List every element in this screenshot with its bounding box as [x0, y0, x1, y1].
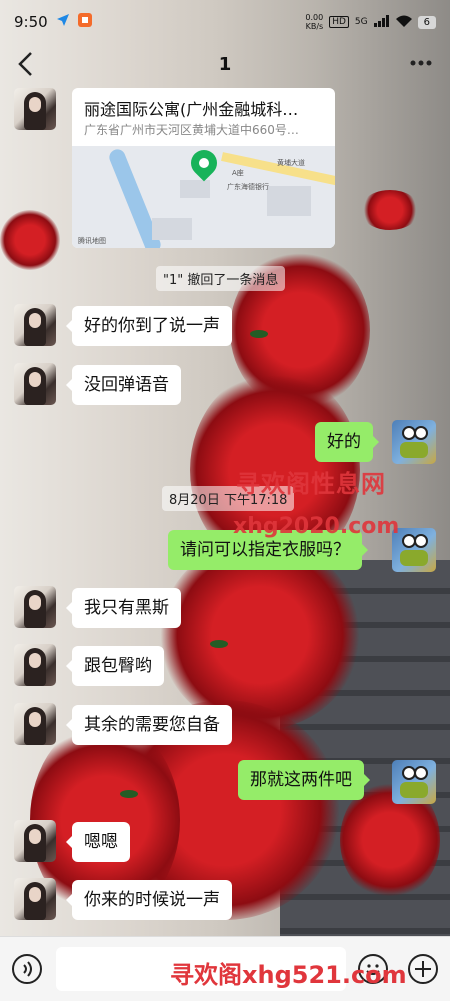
wifi-icon — [395, 15, 412, 30]
avatar-self[interactable] — [392, 760, 436, 804]
avatar[interactable] — [14, 88, 56, 130]
message-bubble-incoming[interactable]: 跟包臀哟 — [66, 646, 164, 686]
map-pin-icon — [185, 146, 223, 182]
chevron-left-icon[interactable] — [14, 50, 42, 78]
message-bubble-incoming[interactable]: 其余的需要您自备 — [66, 705, 232, 745]
hd-icon: HD — [329, 16, 349, 28]
chat-header: 1 — [0, 44, 450, 84]
message-bubble-incoming[interactable]: 没回弹语音 — [66, 365, 181, 405]
status-time: 9:50 — [14, 13, 48, 31]
app-badge-icon — [77, 13, 92, 31]
map-building — [152, 218, 192, 240]
avatar[interactable] — [14, 820, 56, 862]
message-bubble-outgoing[interactable]: 那就这两件吧 — [238, 760, 370, 800]
avatar[interactable] — [14, 703, 56, 745]
location-card[interactable]: 丽途国际公寓(广州金融城科… 广东省广州市天河区黄埔大道中660号… 黄埔大道 … — [72, 88, 335, 248]
page-title: 1 — [218, 53, 232, 75]
background-roses — [0, 210, 60, 270]
watermark-text: 寻欢阁xhg521.com — [170, 961, 407, 989]
location-title: 丽途国际公寓(广州金融城科… — [84, 100, 299, 119]
location-map[interactable]: 黄埔大道 A座 广东海德银行 腾讯地图 — [72, 146, 335, 248]
map-building — [267, 186, 311, 216]
avatar-self[interactable] — [392, 420, 436, 464]
location-arrow-icon — [56, 13, 70, 31]
map-building — [180, 180, 210, 198]
background-leaf — [250, 330, 268, 338]
background-roses — [360, 190, 420, 230]
background-leaf — [120, 790, 138, 798]
watermark-text: 寻欢阁性息网 — [236, 470, 386, 498]
voice-icon[interactable] — [12, 954, 42, 984]
signal-label: 5G — [354, 17, 368, 27]
network-speed: 0.00 KB/s — [305, 13, 324, 31]
avatar[interactable] — [14, 304, 56, 346]
avatar[interactable] — [14, 363, 56, 405]
battery-icon: 6 — [417, 15, 436, 29]
recall-notice: "1" 撤回了一条消息 — [156, 266, 286, 291]
status-left: 9:50 — [14, 13, 92, 31]
message-bubble-outgoing[interactable]: 好的 — [315, 422, 379, 462]
status-right: 0.00 KB/s HD 5G 6 — [305, 13, 436, 31]
map-label: 黄埔大道 — [277, 159, 305, 167]
avatar[interactable] — [14, 878, 56, 920]
map-label: 腾讯地图 — [78, 237, 106, 245]
location-address: 广东省广州市天河区黄埔大道中660号… — [84, 123, 299, 137]
message-bubble-incoming[interactable]: 我只有黑斯 — [66, 588, 181, 628]
avatar[interactable] — [14, 586, 56, 628]
background-leaf — [210, 640, 228, 648]
watermark-text: xhg2020.com — [233, 514, 400, 539]
avatar[interactable] — [14, 644, 56, 686]
message-bubble-incoming[interactable]: 好的你到了说一声 — [66, 306, 232, 346]
signal-icon — [373, 14, 390, 30]
map-label: A座 — [232, 169, 244, 177]
message-bubble-incoming[interactable]: 嗯嗯 — [66, 822, 130, 862]
status-bar: 9:50 0.00 KB/s HD 5G 6 — [0, 0, 450, 44]
plus-icon[interactable] — [408, 954, 438, 984]
message-bubble-incoming[interactable]: 你来的时候说一声 — [66, 880, 232, 920]
map-label: 广东海德银行 — [227, 183, 269, 191]
more-dots-icon[interactable] — [408, 50, 436, 78]
